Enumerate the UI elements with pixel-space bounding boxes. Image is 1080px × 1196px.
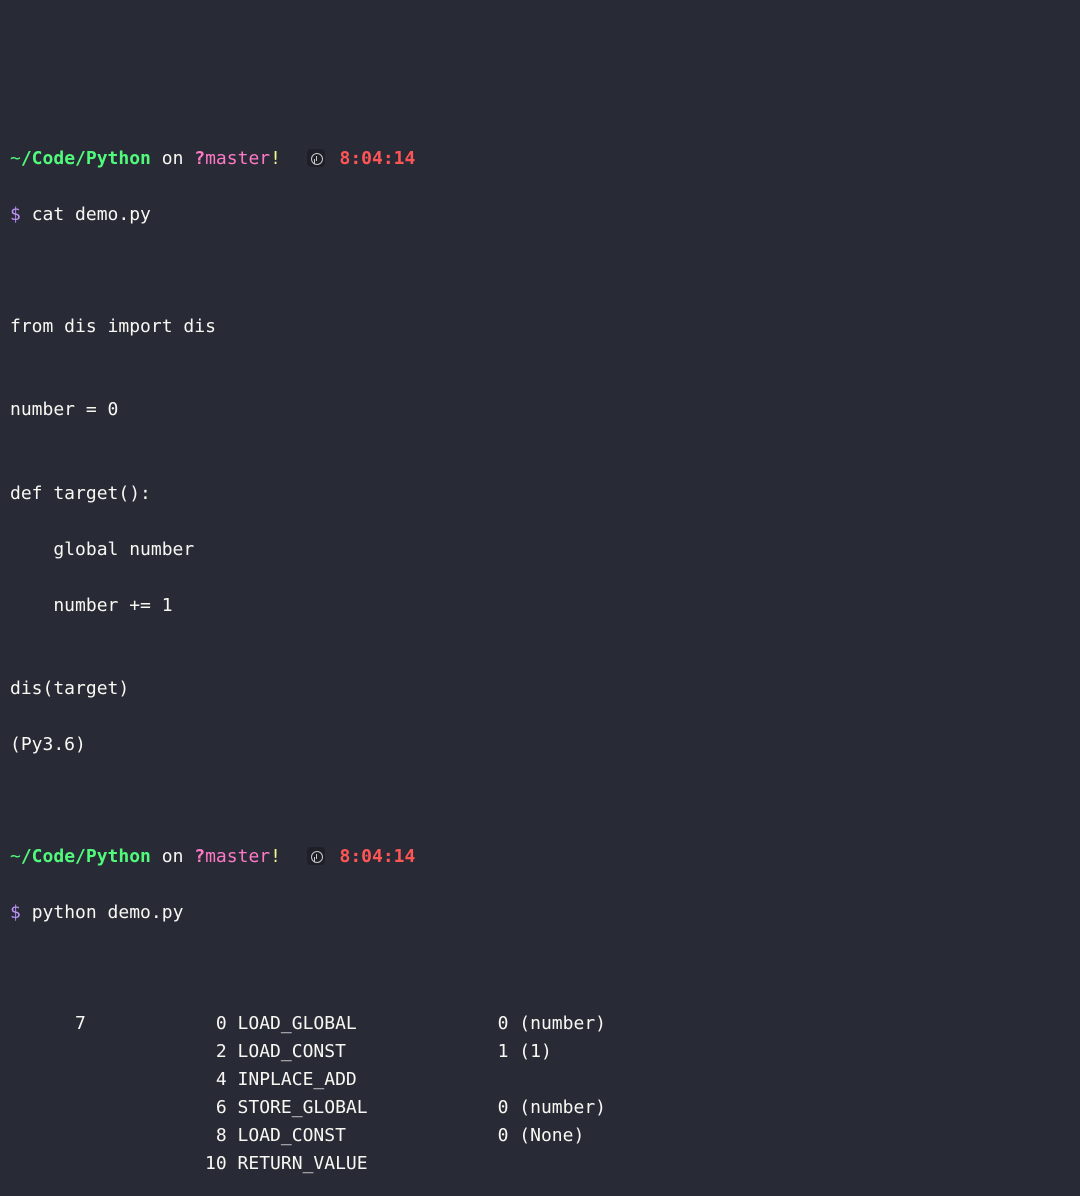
- dis-offset: 8: [86, 1122, 227, 1150]
- on-text: on: [151, 148, 194, 169]
- dis-argrepr: (1): [508, 1038, 551, 1066]
- dis-row: 6STORE_GLOBAL0(number): [10, 1094, 1070, 1122]
- tilde: ~: [10, 846, 21, 867]
- dis-offset: 2: [86, 1038, 227, 1066]
- command-text: cat demo.py: [32, 204, 151, 225]
- dis-opname: RETURN_VALUE: [227, 1150, 487, 1178]
- dis-offset: 10: [86, 1150, 227, 1178]
- clock-icon: [307, 847, 325, 865]
- dis-argrepr: (number): [508, 1094, 606, 1122]
- dis-arg: 0: [487, 1010, 509, 1038]
- dis-arg: 0: [487, 1094, 509, 1122]
- dis-lineno: 7: [10, 1010, 86, 1038]
- prompt-line-1: ~/Code/Python on ?master! 8:04:14: [10, 145, 1070, 173]
- dis-opname: STORE_GLOBAL: [227, 1094, 487, 1122]
- dis-argrepr: (None): [508, 1122, 584, 1150]
- dis-opname: LOAD_CONST: [227, 1038, 487, 1066]
- dis-arg: 1: [487, 1038, 509, 1066]
- terminal-root[interactable]: { "prompt1": { "tilde": "~", "path": "/C…: [0, 0, 1080, 598]
- time-label: 8:04:14: [340, 148, 416, 169]
- cwd-path: /Code/Python: [21, 148, 151, 169]
- clock-icon: [307, 149, 325, 167]
- git-branch: master: [205, 148, 270, 169]
- prompt-symbol: $: [10, 204, 32, 225]
- git-branch: master: [205, 846, 270, 867]
- dis-output: 70LOAD_GLOBAL0(number)2LOAD_CONST1(1)4IN…: [10, 1010, 1070, 1177]
- git-dirty-bang: !: [270, 148, 281, 169]
- file-line: from dis import dis: [10, 313, 1070, 341]
- on-text: on: [151, 846, 194, 867]
- dis-row: 4INPLACE_ADD: [10, 1066, 1070, 1094]
- dis-row: 2LOAD_CONST1(1): [10, 1038, 1070, 1066]
- file-line: (Py3.6): [10, 731, 1070, 759]
- command-text: python demo.py: [32, 902, 184, 923]
- dis-offset: 6: [86, 1094, 227, 1122]
- dis-arg: 0: [487, 1122, 509, 1150]
- cmd-line-1: $ cat demo.py: [10, 201, 1070, 229]
- dis-row: 10RETURN_VALUE: [10, 1150, 1070, 1178]
- dis-offset: 0: [86, 1010, 227, 1038]
- dis-opname: LOAD_GLOBAL: [227, 1010, 487, 1038]
- prompt-symbol: $: [10, 902, 32, 923]
- time-label: 8:04:14: [340, 846, 416, 867]
- dis-offset: 4: [86, 1066, 227, 1094]
- cmd-line-2: $ python demo.py: [10, 899, 1070, 927]
- file-line: def target():: [10, 480, 1070, 508]
- file-line: global number: [10, 536, 1070, 564]
- tilde: ~: [10, 148, 21, 169]
- dis-row: 8LOAD_CONST0(None): [10, 1122, 1070, 1150]
- cwd-path: /Code/Python: [21, 846, 151, 867]
- file-line: dis(target): [10, 675, 1070, 703]
- dis-opname: LOAD_CONST: [227, 1122, 487, 1150]
- file-line: number = 0: [10, 396, 1070, 424]
- dis-opname: INPLACE_ADD: [227, 1066, 487, 1094]
- branch-q-icon: ?: [194, 148, 205, 169]
- prompt-line-2: ~/Code/Python on ?master! 8:04:14: [10, 843, 1070, 871]
- dis-argrepr: (number): [508, 1010, 606, 1038]
- git-dirty-bang: !: [270, 846, 281, 867]
- branch-q-icon: ?: [194, 846, 205, 867]
- dis-row: 70LOAD_GLOBAL0(number): [10, 1010, 1070, 1038]
- file-line: number += 1: [10, 592, 1070, 620]
